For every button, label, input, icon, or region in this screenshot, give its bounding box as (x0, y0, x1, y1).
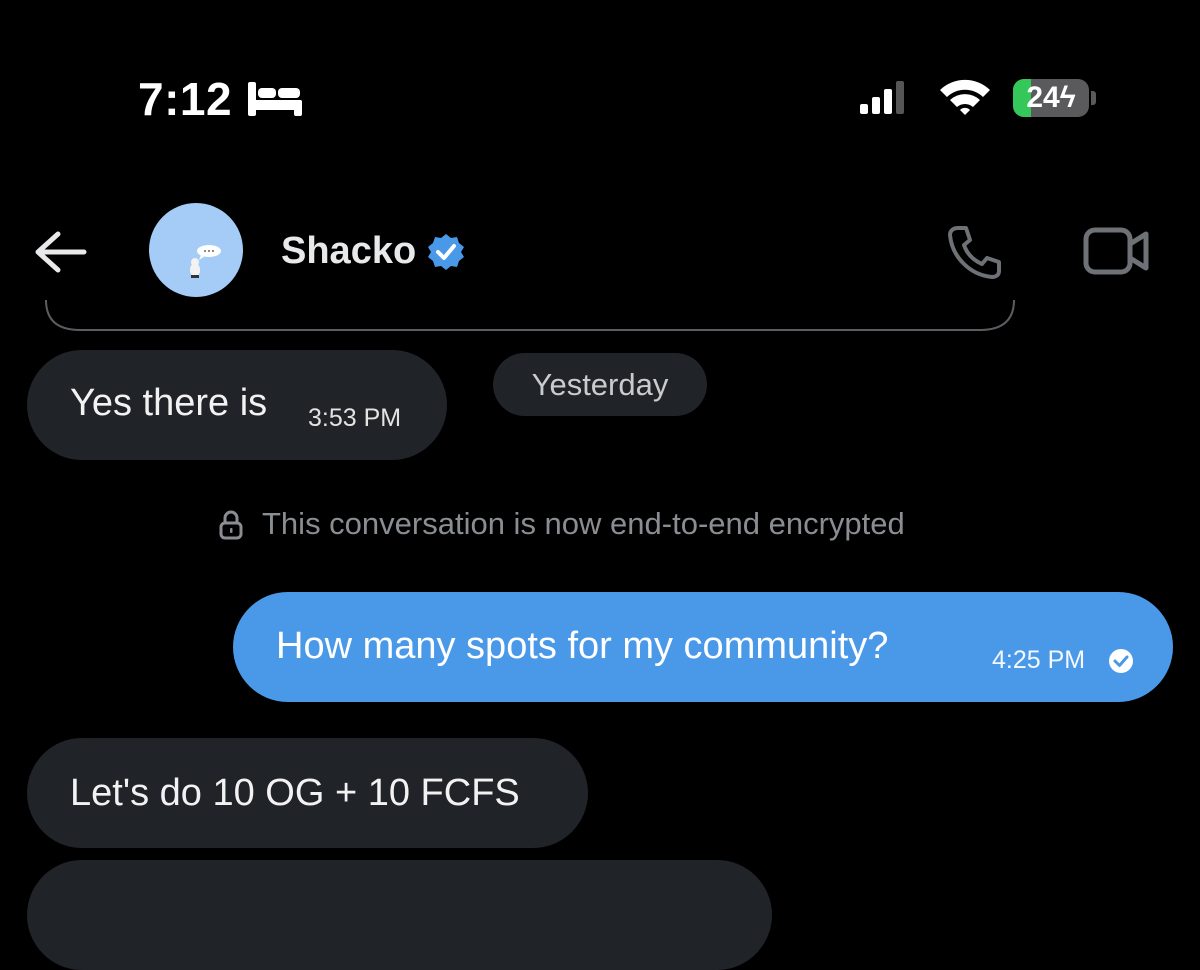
encryption-notice: This conversation is now end-to-end encr… (262, 506, 905, 541)
message-bubble-incoming[interactable]: Yes there is 3:53 PM (27, 350, 447, 460)
message-text: Let's do 10 OG + 10 FCFS (70, 772, 520, 814)
message-timestamp: 3:53 PM (308, 404, 402, 432)
video-camera-icon[interactable] (1082, 222, 1152, 280)
message-bubble-incoming[interactable]: Let's do 10 OG + 10 FCFS (27, 738, 588, 848)
message-bubble-incoming-partial[interactable] (27, 860, 772, 970)
message-bubble-outgoing[interactable]: How many spots for my community? 4:25 PM (233, 592, 1173, 702)
charging-bolt-icon: ϟ (1059, 81, 1076, 114)
verified-badge-icon (428, 234, 464, 270)
battery-indicator: 24ϟ (1013, 79, 1089, 117)
contact-avatar[interactable] (149, 203, 243, 297)
battery-cap (1091, 91, 1096, 105)
message-text: How many spots for my community? (276, 625, 889, 667)
battery-percent: 24ϟ (1026, 81, 1076, 114)
phone-icon[interactable] (944, 224, 1004, 280)
date-separator-label: Yesterday (531, 367, 669, 402)
read-receipt-icon (1109, 649, 1133, 673)
status-time: 7:12 (138, 73, 233, 125)
lock-icon (219, 510, 243, 540)
contact-name[interactable]: Shacko (281, 230, 416, 273)
bed-icon (248, 82, 302, 116)
date-separator: Yesterday (493, 353, 707, 416)
message-timestamp: 4:25 PM (992, 646, 1086, 674)
back-arrow-icon[interactable] (30, 228, 88, 276)
wifi-icon (940, 79, 990, 115)
header-divider (45, 300, 1015, 331)
cellular-signal-icon (860, 81, 904, 114)
avatar-mascot-icon (190, 245, 221, 278)
message-text: Yes there is (70, 382, 268, 424)
